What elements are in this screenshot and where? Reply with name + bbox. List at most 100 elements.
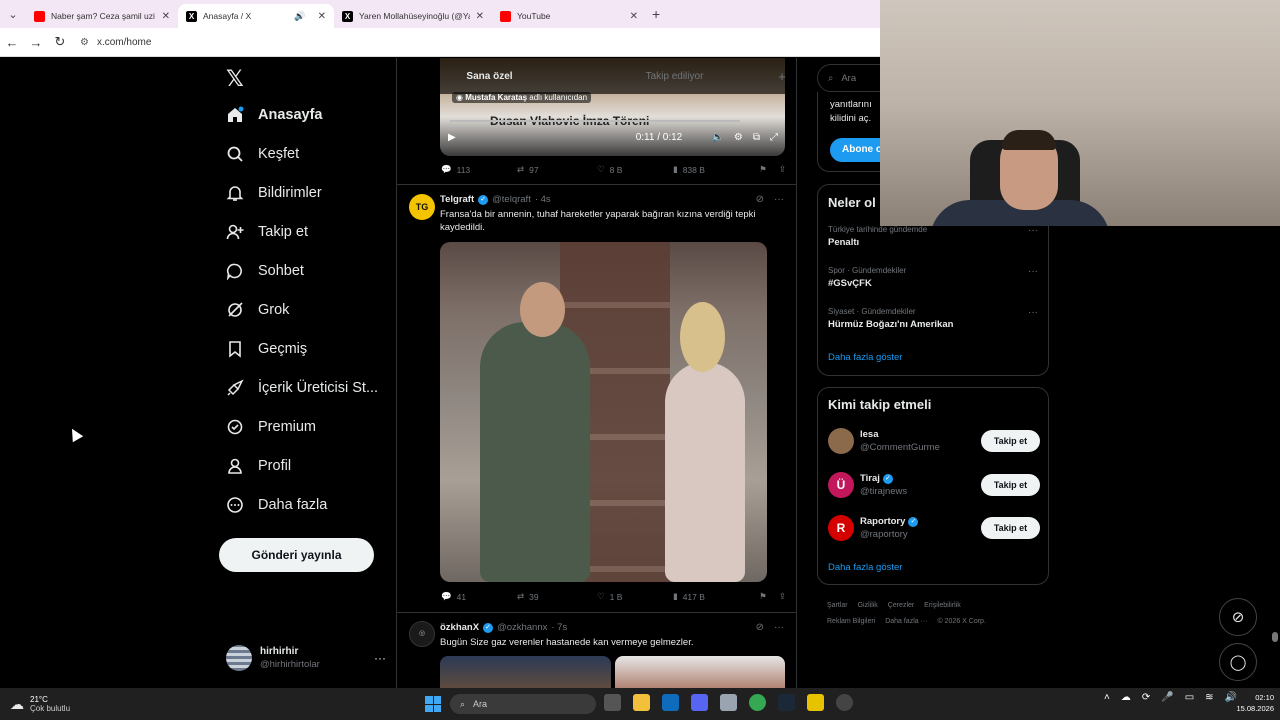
volume-icon[interactable]: 🔈 xyxy=(711,132,723,143)
trend-item[interactable]: Türkiye tarihinde gündemde Penaltı ··· xyxy=(828,225,1038,248)
footer-link[interactable]: Şartlar xyxy=(827,602,848,609)
tray-app-icon[interactable]: ☁ xyxy=(1121,692,1131,703)
footer-link[interactable]: Erişilebilirlik xyxy=(924,602,961,609)
nav-item-bookmarks[interactable]: Geçmiş xyxy=(226,340,307,358)
url-field[interactable]: ⚙ x.com/home xyxy=(80,37,151,48)
speaker-icon[interactable]: 🔊 xyxy=(294,11,305,22)
nav-item-notifications[interactable]: Bildirimler xyxy=(226,184,322,202)
browser-tab-3[interactable]: X Yaren Mollahüseyinoğlu (@Yar ✕ xyxy=(334,4,492,28)
grok-icon[interactable]: ⊘ xyxy=(756,622,764,633)
post-button[interactable]: Gönderi yayınla xyxy=(219,538,374,572)
like-button[interactable]: ♡ 8 B xyxy=(597,164,673,175)
steam-icon[interactable] xyxy=(778,694,795,711)
nav-item-grok[interactable]: Grok xyxy=(226,301,289,319)
play-icon[interactable]: ▶ xyxy=(448,132,456,143)
repost-button[interactable]: ⇄ 97 xyxy=(517,164,597,175)
reload-icon[interactable]: ↻ xyxy=(48,34,72,50)
nav-item-home[interactable]: Anasayfa xyxy=(226,106,322,124)
app-icon[interactable] xyxy=(807,694,824,711)
settings-gear-icon[interactable]: ⚙ xyxy=(734,132,743,143)
grok-icon[interactable]: ⊘ xyxy=(756,194,764,205)
views-button[interactable]: ▮ 838 B xyxy=(673,164,757,175)
taskbar-search[interactable]: ⌕ Ara xyxy=(450,694,596,714)
more-dots-icon[interactable]: ··· xyxy=(374,651,386,665)
nav-item-premium[interactable]: Premium xyxy=(226,418,316,436)
new-tab-plus-icon[interactable]: + xyxy=(652,6,660,22)
like-button[interactable]: ♡ 1 B xyxy=(597,591,673,602)
footer-link[interactable]: Reklam Bilgileri xyxy=(827,618,875,625)
close-tab-icon[interactable]: ✕ xyxy=(162,11,170,22)
chat-fab-button[interactable]: ◯ xyxy=(1219,643,1257,681)
task-view-icon[interactable] xyxy=(604,694,621,711)
trends-show-more-link[interactable]: Daha fazla göster xyxy=(828,352,902,363)
pip-icon[interactable]: ⧉ xyxy=(753,132,760,143)
nav-item-explore[interactable]: Keşfet xyxy=(226,145,299,163)
microphone-icon[interactable]: 🎤 xyxy=(1161,692,1173,703)
post-video[interactable] xyxy=(440,242,767,582)
app-icon[interactable] xyxy=(720,694,737,711)
nav-item-profile[interactable]: Profil xyxy=(226,457,291,475)
bookmark-icon[interactable]: ⚑ xyxy=(759,591,767,602)
browser-tab-1[interactable]: Naber şam? Ceza şamil uzi mer ✕ xyxy=(26,4,178,28)
follow-button[interactable]: Takip et xyxy=(981,474,1040,496)
browser-tab-2[interactable]: X Anasayfa / X 🔊 ✕ xyxy=(178,4,334,28)
chrome-icon[interactable] xyxy=(749,694,766,711)
display-icon[interactable]: ▭ xyxy=(1185,692,1194,703)
reply-button[interactable]: 💬 41 xyxy=(441,591,517,602)
who-to-follow-show-more-link[interactable]: Daha fazla göster xyxy=(828,562,902,573)
nav-item-more[interactable]: Daha fazla xyxy=(226,496,327,514)
reply-button[interactable]: 💬 113 xyxy=(441,164,517,175)
taskbar-clock[interactable]: 02:10 15.08.2026 xyxy=(1222,692,1274,714)
footer-link[interactable]: Daha fazla ··· xyxy=(885,618,927,625)
media-image[interactable] xyxy=(440,656,611,688)
share-icon[interactable]: ⇪ xyxy=(779,164,786,175)
close-tab-icon[interactable]: ✕ xyxy=(318,11,326,22)
more-dots-icon[interactable]: ··· xyxy=(1028,266,1038,277)
follow-suggestion[interactable]: Ü Tiraj ✓ @tirajnews Takip et xyxy=(828,470,1040,500)
close-tab-icon[interactable]: ✕ xyxy=(476,11,484,22)
follow-suggestion[interactable]: R Raportory ✓ @raportory Takip et xyxy=(828,513,1040,543)
media-image[interactable] xyxy=(614,656,785,688)
follow-button[interactable]: Takip et xyxy=(981,517,1040,539)
weather-widget[interactable]: ☁ 21°C Çok bulutlu xyxy=(10,695,130,713)
more-dots-icon[interactable]: ··· xyxy=(1028,307,1038,318)
tab-following[interactable]: Takip ediliyor xyxy=(582,71,767,82)
close-tab-icon[interactable]: ✕ xyxy=(630,11,638,22)
more-dots-icon[interactable]: ··· xyxy=(774,194,784,205)
app-icon[interactable] xyxy=(836,694,853,711)
tray-app-icon[interactable]: ⟳ xyxy=(1142,692,1150,703)
bookmark-icon[interactable]: ⚑ xyxy=(759,164,767,175)
file-explorer-icon[interactable] xyxy=(633,694,650,711)
account-switcher[interactable]: hirhirhir @hirhirhirtolar ··· xyxy=(226,643,386,673)
tab-search-chevron-icon[interactable]: ⌄ xyxy=(0,8,26,21)
avatar[interactable]: TG xyxy=(409,194,435,220)
chevron-up-icon[interactable]: ˄ xyxy=(1104,692,1110,703)
nav-item-follow[interactable]: Takip et xyxy=(226,223,308,241)
windows-start-icon[interactable] xyxy=(425,696,441,712)
footer-link[interactable]: Gizlilik xyxy=(858,602,878,609)
trend-item[interactable]: Spor · Gündemdekiler #GSvÇFK ··· xyxy=(828,266,1038,289)
post-media[interactable] xyxy=(440,656,785,688)
tab-for-you[interactable]: Sana özel xyxy=(397,71,582,82)
browser-tab-4[interactable]: YouTube ✕ xyxy=(492,4,646,28)
more-dots-icon[interactable]: ··· xyxy=(1028,225,1038,236)
share-icon[interactable]: ⇪ xyxy=(779,591,786,602)
follow-button[interactable]: Takip et xyxy=(981,430,1040,452)
views-button[interactable]: ▮ 417 B xyxy=(673,591,757,602)
follow-suggestion[interactable]: lesa @CommentGurme Takip et xyxy=(828,426,1040,456)
nav-item-chat[interactable]: Sohbet xyxy=(226,262,304,280)
video-progress-bar[interactable] xyxy=(450,120,740,122)
more-dots-icon[interactable]: ··· xyxy=(774,622,784,633)
grok-fab-button[interactable]: ⊘ xyxy=(1219,598,1257,636)
forward-arrow-icon[interactable]: → xyxy=(24,35,48,50)
avatar[interactable]: ◎ xyxy=(409,621,435,647)
nav-item-creator-studio[interactable]: İçerik Üreticisi St... xyxy=(226,379,378,397)
fullscreen-icon[interactable]: ⤢ xyxy=(770,132,778,143)
back-arrow-icon[interactable]: ← xyxy=(0,35,24,50)
discord-icon[interactable] xyxy=(691,694,708,711)
trend-item[interactable]: Siyaset · Gündemdekiler Hürmüz Boğazı'nı… xyxy=(828,307,1038,330)
x-logo-icon[interactable]: 𝕏 xyxy=(226,66,244,92)
site-info-icon[interactable]: ⚙ xyxy=(80,37,89,48)
wifi-icon[interactable]: ≋ xyxy=(1205,692,1213,703)
footer-link[interactable]: Çerezler xyxy=(888,602,914,609)
